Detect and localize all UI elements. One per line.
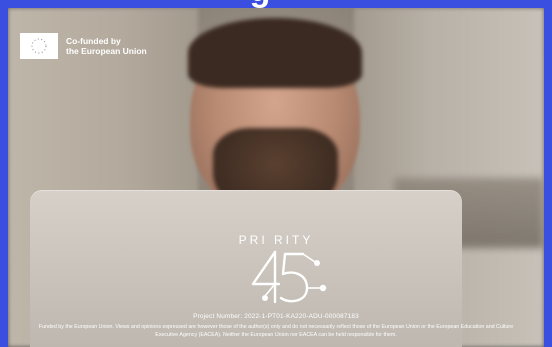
eu-line-1: Co-funded by — [66, 36, 121, 46]
eu-flag-icon — [20, 33, 58, 59]
hero-image: Co-funded by the European Union PRI RITY… — [8, 8, 544, 347]
person-hair — [188, 18, 362, 88]
priority-45-logo-icon — [251, 250, 327, 304]
eu-disclaimer: Funded by the European Union. Views and … — [38, 324, 514, 338]
eu-cofunded-badge: Co-funded by the European Union — [20, 30, 147, 62]
eu-cofunded-text: Co-funded by the European Union — [66, 36, 147, 56]
eu-line-2: the European Union — [66, 46, 147, 56]
priority-title: PRI RITY — [238, 233, 314, 247]
project-number: Project Number: 2022-1-PT01-KA220-ADU-00… — [193, 313, 359, 320]
